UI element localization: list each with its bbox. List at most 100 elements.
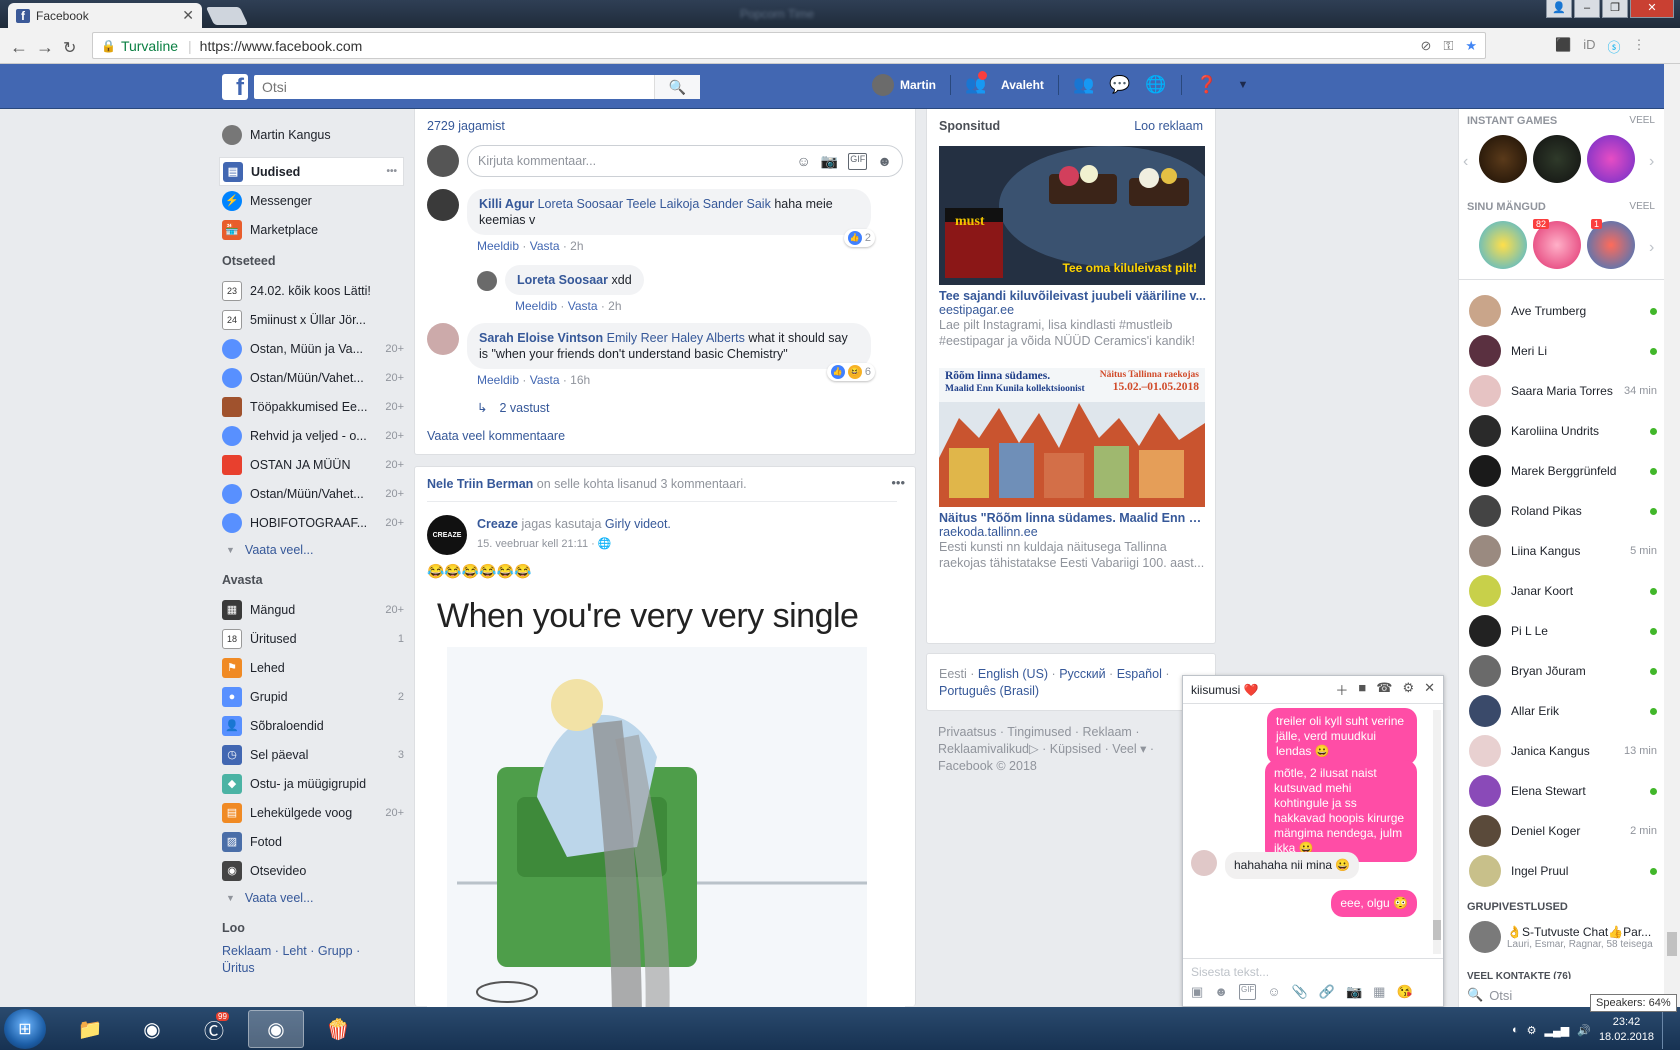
language-link[interactable]: Русский — [1059, 667, 1105, 681]
see-more-shortcuts[interactable]: ▼ Vaata veel... — [222, 537, 404, 563]
ad-domain-link[interactable]: raekoda.tallinn.ee — [939, 525, 1207, 539]
browser-tab[interactable]: f Facebook ✕ — [8, 3, 202, 28]
footer-link[interactable]: Reklaam — [1083, 725, 1132, 739]
image-icon[interactable]: ▣ — [1191, 984, 1203, 1000]
chrome-active-icon[interactable]: ◉ — [248, 1010, 304, 1048]
sidebar-item-messenger[interactable]: ⚡ Messenger — [222, 186, 404, 215]
sidebar-item-shortcut[interactable]: Ostan/Müün/Vahet... 20+ — [222, 479, 404, 508]
game-icon[interactable] — [1587, 135, 1635, 183]
add-person-icon[interactable]: ＋ — [1335, 680, 1348, 699]
footer-link[interactable]: Tingimused — [1007, 725, 1071, 739]
context-user-link[interactable]: Nele Triin Berman — [427, 477, 533, 491]
file-explorer-icon[interactable]: 📁 — [62, 1010, 118, 1048]
reaction-count[interactable]: 👍 😆 6 — [826, 363, 875, 381]
reload-icon[interactable]: ↻ — [63, 38, 76, 58]
contact-item[interactable]: Meri Li — [1469, 331, 1657, 371]
like-link[interactable]: Meeldib — [477, 373, 519, 387]
game-icon[interactable] — [1533, 135, 1581, 183]
post-timestamp[interactable]: 15. veebruar kell 21:11 · 🌐 — [477, 537, 612, 550]
sidebar-item-shortcut[interactable]: OSTAN JA MÜÜN 20+ — [222, 450, 404, 479]
extension-icon[interactable]: ⬛ — [1555, 37, 1571, 56]
omnibox[interactable]: 🔒 Turvaline | https://www.facebook.com ⊘… — [92, 32, 1486, 59]
shared-video-link[interactable]: videot. — [634, 517, 671, 531]
reply-link[interactable]: Vasta — [530, 373, 560, 387]
app-icon[interactable]: Ⓒ 99 — [186, 1010, 242, 1048]
sidebar-item-shortcut[interactable]: Tööpakkumised Ee... 20+ — [222, 392, 404, 421]
sidebar-item-shortcut[interactable]: 23 24.02. kõik koos Lätti! — [222, 276, 404, 305]
new-tab-button[interactable] — [205, 7, 249, 25]
camera-icon[interactable]: 📷 — [821, 153, 838, 170]
sidebar-item-shortcut[interactable]: Ostan, Müün ja Va... 20+ — [222, 334, 404, 363]
volume-icon[interactable]: 🔊 — [1577, 1024, 1591, 1037]
search-button[interactable]: 🔍 — [654, 75, 700, 99]
ad-title-link[interactable]: Tee sajandi kiluvõileivast juubeli vääri… — [939, 289, 1207, 303]
post-options-icon[interactable]: ••• — [891, 475, 905, 490]
contact-item[interactable]: Elena Stewart — [1469, 771, 1657, 811]
chevron-right-icon[interactable]: › — [1649, 153, 1654, 171]
url-text[interactable]: https://www.facebook.com — [200, 38, 363, 54]
close-window-button[interactable]: ✕ — [1630, 0, 1674, 18]
comment-author[interactable]: Killi Agur — [479, 197, 534, 211]
sidebar-item-news-feed[interactable]: ▤ Uudised ••• — [219, 157, 404, 186]
network-icon[interactable]: ▂▄▆ — [1545, 1024, 1570, 1037]
find-friends-icon[interactable]: 👥 — [965, 71, 987, 96]
mygames-more-link[interactable]: VEEL — [1629, 201, 1655, 213]
show-desktop-button[interactable] — [1662, 1011, 1672, 1049]
comment-input[interactable]: Kirjuta kommentaar... ☺ 📷 GIF ☻ — [467, 145, 903, 177]
contact-item[interactable]: Deniel Koger 2 min — [1469, 811, 1657, 851]
sidebar-item-explore[interactable]: ● Grupid 2 — [222, 682, 404, 711]
profile-link[interactable]: Martin — [872, 74, 936, 96]
sidebar-item-shortcut[interactable]: Rehvid ja veljed - o... 20+ — [222, 421, 404, 450]
shares-count-link[interactable]: 2729 jagamist — [427, 119, 505, 133]
create-group-link[interactable]: Grupp — [318, 944, 353, 958]
games-more-link[interactable]: VEEL — [1629, 115, 1655, 127]
footer-link[interactable]: Privaatsus — [938, 725, 996, 739]
footer-link[interactable]: Küpsised — [1050, 742, 1101, 756]
comment-author[interactable]: Loreta Soosaar — [517, 273, 608, 287]
forward-arrow-icon[interactable]: → — [36, 37, 54, 58]
contact-item[interactable]: Roland Pikas — [1469, 491, 1657, 531]
contact-item[interactable]: Saara Maria Torres 34 min — [1469, 371, 1657, 411]
ad-domain-link[interactable]: eestipagar.ee — [939, 303, 1207, 317]
shared-user-link[interactable]: Girly — [605, 517, 631, 531]
chrome-icon[interactable]: ◉ — [124, 1010, 180, 1048]
search-input[interactable] — [254, 75, 700, 99]
camera-icon[interactable]: 📷 — [1346, 984, 1362, 1000]
clock[interactable]: 23:42 18.02.2018 — [1599, 1015, 1654, 1045]
sidebar-item-explore[interactable]: 18 Üritused 1 — [222, 624, 404, 653]
home-link[interactable]: Avaleht — [1001, 78, 1044, 92]
game-icon[interactable] — [1479, 135, 1527, 183]
contact-item[interactable]: Ave Trumberg — [1469, 291, 1657, 331]
sidebar-item-explore[interactable]: 👤 Sõbraloendid — [222, 711, 404, 740]
reaction-count[interactable]: 👍 2 — [843, 229, 875, 247]
game-icon[interactable]: 82 — [1533, 219, 1581, 269]
sidebar-item-shortcut[interactable]: 24 5miinust x Üllar Jör... — [222, 305, 404, 334]
comment-author[interactable]: Sarah Eloise Vintson — [479, 331, 603, 345]
create-page-link[interactable]: Leht — [282, 944, 306, 958]
sidebar-item-shortcut[interactable]: HOBIFOTOGRAAF... 20+ — [222, 508, 404, 537]
comment-tags[interactable]: Emily Reer Haley Alberts — [607, 331, 745, 345]
group-chat-item[interactable]: 👌S-Tutvuste Chat👍Par... Lauri, Esmar, Ra… — [1469, 921, 1657, 953]
attach-icon[interactable]: 📎 — [1292, 984, 1308, 1000]
emoji-reaction-icon[interactable]: 😘 — [1396, 984, 1412, 1000]
ad-image[interactable]: must Tee oma kiluleivast pilt! — [939, 146, 1205, 285]
chat-header[interactable]: kiisumusi ❤️ ＋ ■ ☎ ⚙ ✕ — [1183, 676, 1443, 704]
game-icon[interactable] — [1479, 221, 1527, 269]
chat-input[interactable]: Sisesta tekst... — [1191, 965, 1269, 979]
page-name-link[interactable]: Creaze — [477, 517, 518, 531]
view-replies-link[interactable]: ↳ 2 vastust — [477, 400, 550, 415]
create-event-link[interactable]: Üritus — [222, 961, 255, 975]
chat-scrollbar[interactable] — [1433, 710, 1441, 954]
more-options-icon[interactable]: ••• — [386, 166, 397, 177]
post-image[interactable]: When you're very very single — [427, 587, 905, 1007]
language-link[interactable]: English (US) — [978, 667, 1048, 681]
see-more-explore[interactable]: ▼ Vaata veel... — [222, 885, 404, 911]
facebook-logo-icon[interactable]: f — [222, 74, 248, 100]
gif-icon[interactable]: GIF — [848, 152, 868, 170]
sidebar-item-explore[interactable]: ▨ Fotod — [222, 827, 404, 856]
contact-item[interactable]: Marek Berggrünfeld — [1469, 451, 1657, 491]
notifications-globe-icon[interactable]: 🌐 — [1145, 74, 1167, 96]
contact-item[interactable]: Janar Koort — [1469, 571, 1657, 611]
emoji-icon[interactable]: ☺ — [1267, 984, 1280, 1000]
sidebar-item-explore[interactable]: ◆ Ostu- ja müügigrupid — [222, 769, 404, 798]
